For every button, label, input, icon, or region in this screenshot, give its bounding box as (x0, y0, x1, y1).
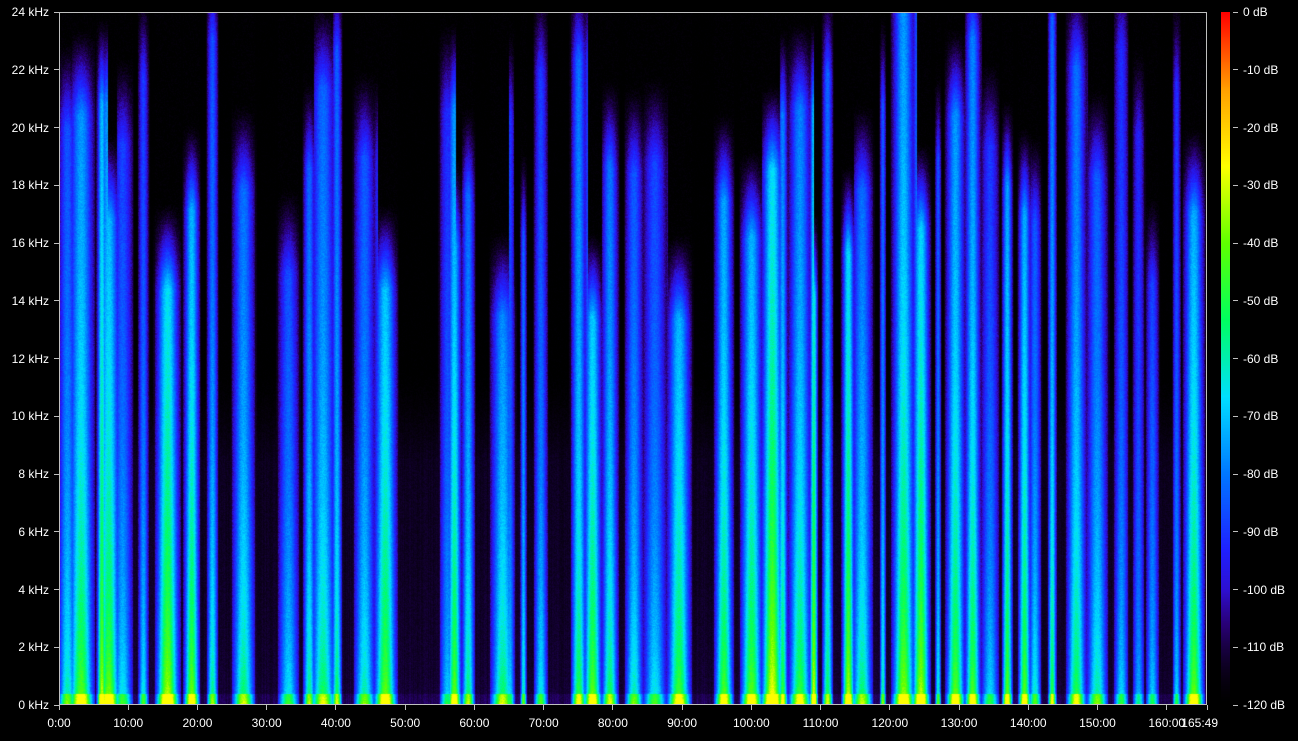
x-tick-mark (543, 705, 545, 710)
x-tick-mark (612, 705, 614, 710)
y-tick-label: 2 kHz (18, 640, 49, 655)
y-tick-mark (54, 473, 59, 475)
y-tick-label: 20 kHz (11, 120, 49, 135)
colorbar-tick-label: -30 dB (1243, 178, 1279, 193)
y-tick-label: 0 kHz (18, 698, 49, 712)
colorbar-tick-label: -60 dB (1243, 351, 1279, 366)
x-tick-mark (473, 705, 475, 710)
colorbar-tick-label: -40 dB (1243, 236, 1279, 250)
y-tick-mark (54, 69, 59, 71)
spectrogram-image (60, 13, 1206, 704)
colorbar-tick-mark (1233, 300, 1238, 302)
colorbar-tick-mark (1233, 242, 1238, 244)
y-tick-mark (54, 11, 59, 13)
x-tick-mark (196, 705, 198, 710)
x-tick-label: 30:00 (251, 716, 282, 730)
x-tick-label: 120:00 (871, 716, 909, 730)
colorbar-tick-mark (1233, 589, 1238, 590)
colorbar-tick-label: -70 dB (1243, 409, 1279, 424)
db-colorbar (1221, 12, 1230, 705)
x-tick-label: 20:00 (182, 716, 213, 730)
x-tick-mark (335, 705, 337, 710)
y-tick-label: 10 kHz (11, 409, 49, 424)
colorbar-tick-mark (1233, 184, 1238, 186)
x-tick-label: 0:00 (47, 716, 71, 730)
colorbar-tick-mark (1233, 704, 1238, 706)
x-tick-label: 160:00 (1148, 716, 1186, 730)
y-tick-mark (54, 127, 59, 128)
x-tick-mark (127, 705, 129, 710)
x-tick-mark (958, 705, 960, 710)
x-tick-label: 50:00 (390, 716, 421, 730)
y-tick-mark (54, 242, 59, 244)
y-tick-label: 22 kHz (11, 62, 49, 77)
x-tick-mark (820, 705, 822, 710)
y-tick-mark (54, 300, 59, 302)
x-tick-label: 70:00 (528, 716, 559, 730)
colorbar-tick-label: -120 dB (1243, 698, 1286, 712)
colorbar-tick-label: -50 dB (1243, 293, 1279, 308)
colorbar-tick-mark (1233, 531, 1238, 533)
x-tick-mark (58, 705, 60, 710)
x-tick-label: 60:00 (459, 716, 490, 730)
colorbar-tick-label: -90 dB (1243, 524, 1279, 539)
x-tick-label: 80:00 (597, 716, 628, 730)
x-tick-mark (1206, 705, 1208, 710)
x-tick-mark (1027, 705, 1029, 710)
y-tick-label: 6 kHz (18, 524, 49, 539)
spectrogram-plot-area (59, 12, 1207, 705)
x-tick-label: 40:00 (320, 716, 351, 730)
x-tick-mark (750, 705, 752, 710)
colorbar-tick-label: -100 dB (1243, 582, 1286, 597)
x-tick-mark (266, 705, 268, 710)
y-tick-label: 14 kHz (11, 293, 49, 308)
colorbar-tick-mark (1233, 69, 1238, 71)
x-tick-mark (889, 705, 891, 710)
y-tick-label: 8 kHz (18, 467, 49, 481)
y-tick-label: 4 kHz (18, 582, 49, 597)
y-tick-mark (54, 589, 59, 590)
colorbar-tick-label: 0 dB (1243, 5, 1268, 19)
colorbar-tick-mark (1233, 415, 1238, 417)
y-tick-mark (54, 531, 59, 533)
x-tick-label: 165:49 (1181, 716, 1219, 730)
colorbar-tick-label: -10 dB (1243, 62, 1279, 77)
x-tick-label: 90:00 (667, 716, 698, 730)
colorbar-tick-mark (1233, 11, 1238, 13)
x-tick-mark (1166, 705, 1168, 710)
colorbar-tick-mark (1233, 473, 1238, 475)
x-tick-mark (1096, 705, 1098, 710)
x-tick-label: 10:00 (113, 716, 144, 730)
x-tick-label: 110:00 (802, 716, 839, 730)
x-tick-label: 140:00 (1009, 716, 1047, 730)
y-tick-mark (54, 358, 59, 359)
y-tick-label: 24 kHz (11, 5, 49, 19)
y-tick-label: 18 kHz (11, 178, 49, 193)
y-tick-label: 12 kHz (11, 351, 49, 366)
y-tick-label: 16 kHz (11, 236, 49, 250)
colorbar-tick-label: -110 dB (1243, 640, 1285, 655)
y-tick-mark (54, 415, 59, 417)
colorbar-tick-label: -20 dB (1243, 120, 1279, 135)
colorbar-tick-mark (1233, 358, 1238, 359)
colorbar-tick-mark (1233, 127, 1238, 128)
colorbar-tick-mark (1233, 646, 1238, 648)
x-tick-mark (681, 705, 683, 710)
x-tick-label: 150:00 (1079, 716, 1116, 730)
y-tick-mark (54, 646, 59, 648)
x-tick-label: 100:00 (732, 716, 770, 730)
colorbar-tick-label: -80 dB (1243, 467, 1279, 481)
y-tick-mark (54, 184, 59, 186)
x-tick-mark (404, 705, 406, 710)
x-tick-label: 130:00 (940, 716, 978, 730)
